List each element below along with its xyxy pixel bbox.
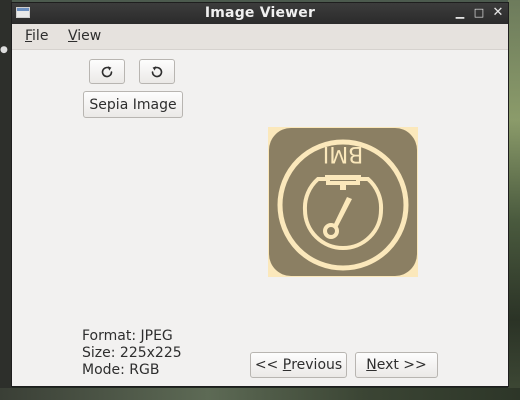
sepia-image-button[interactable]: Sepia Image bbox=[83, 91, 183, 118]
window-title: Image Viewer bbox=[204, 5, 316, 21]
rotate-clockwise-button[interactable] bbox=[89, 59, 125, 84]
rotate-clockwise-icon bbox=[101, 65, 113, 77]
menu-file[interactable]: File bbox=[25, 28, 48, 44]
rotate-counterclockwise-button[interactable] bbox=[139, 59, 175, 84]
next-label: ext >> bbox=[376, 357, 427, 373]
menu-bar: File View bbox=[12, 24, 508, 50]
previous-label: revious bbox=[291, 357, 343, 373]
title-bar[interactable]: Image Viewer ▁ □ ✕ bbox=[12, 3, 508, 24]
close-icon[interactable]: ✕ bbox=[491, 6, 505, 20]
maximize-icon[interactable]: □ bbox=[472, 6, 486, 20]
rotate-counterclockwise-icon bbox=[151, 65, 163, 77]
menu-view[interactable]: View bbox=[68, 28, 101, 44]
info-size: Size: 225x225 bbox=[82, 345, 182, 361]
next-mnemonic: N bbox=[366, 357, 377, 373]
desktop-wallpaper-bottom bbox=[0, 388, 520, 400]
desktop-wallpaper-edge bbox=[508, 0, 520, 400]
menu-file-label: ile bbox=[32, 28, 49, 44]
menu-view-mnemonic: V bbox=[68, 28, 78, 44]
menu-view-label: iew bbox=[77, 28, 102, 44]
logo-text: BMI bbox=[323, 141, 364, 166]
info-format: Format: JPEG bbox=[82, 328, 173, 344]
image-viewer-window: Image Viewer ▁ □ ✕ File View Sepia Image bbox=[11, 2, 509, 387]
next-button[interactable]: Next >> bbox=[355, 352, 438, 378]
menu-file-mnemonic: F bbox=[25, 28, 33, 44]
minimize-icon[interactable]: ▁ bbox=[453, 6, 467, 20]
desktop-icon: ● bbox=[0, 45, 8, 55]
previous-prefix: << bbox=[254, 357, 283, 373]
image-preview: BMI bbox=[268, 127, 418, 277]
previous-button[interactable]: << Previous bbox=[250, 352, 347, 378]
previous-mnemonic: P bbox=[282, 357, 292, 373]
info-mode: Mode: RGB bbox=[82, 362, 160, 378]
image-logo: BMI bbox=[268, 127, 418, 277]
